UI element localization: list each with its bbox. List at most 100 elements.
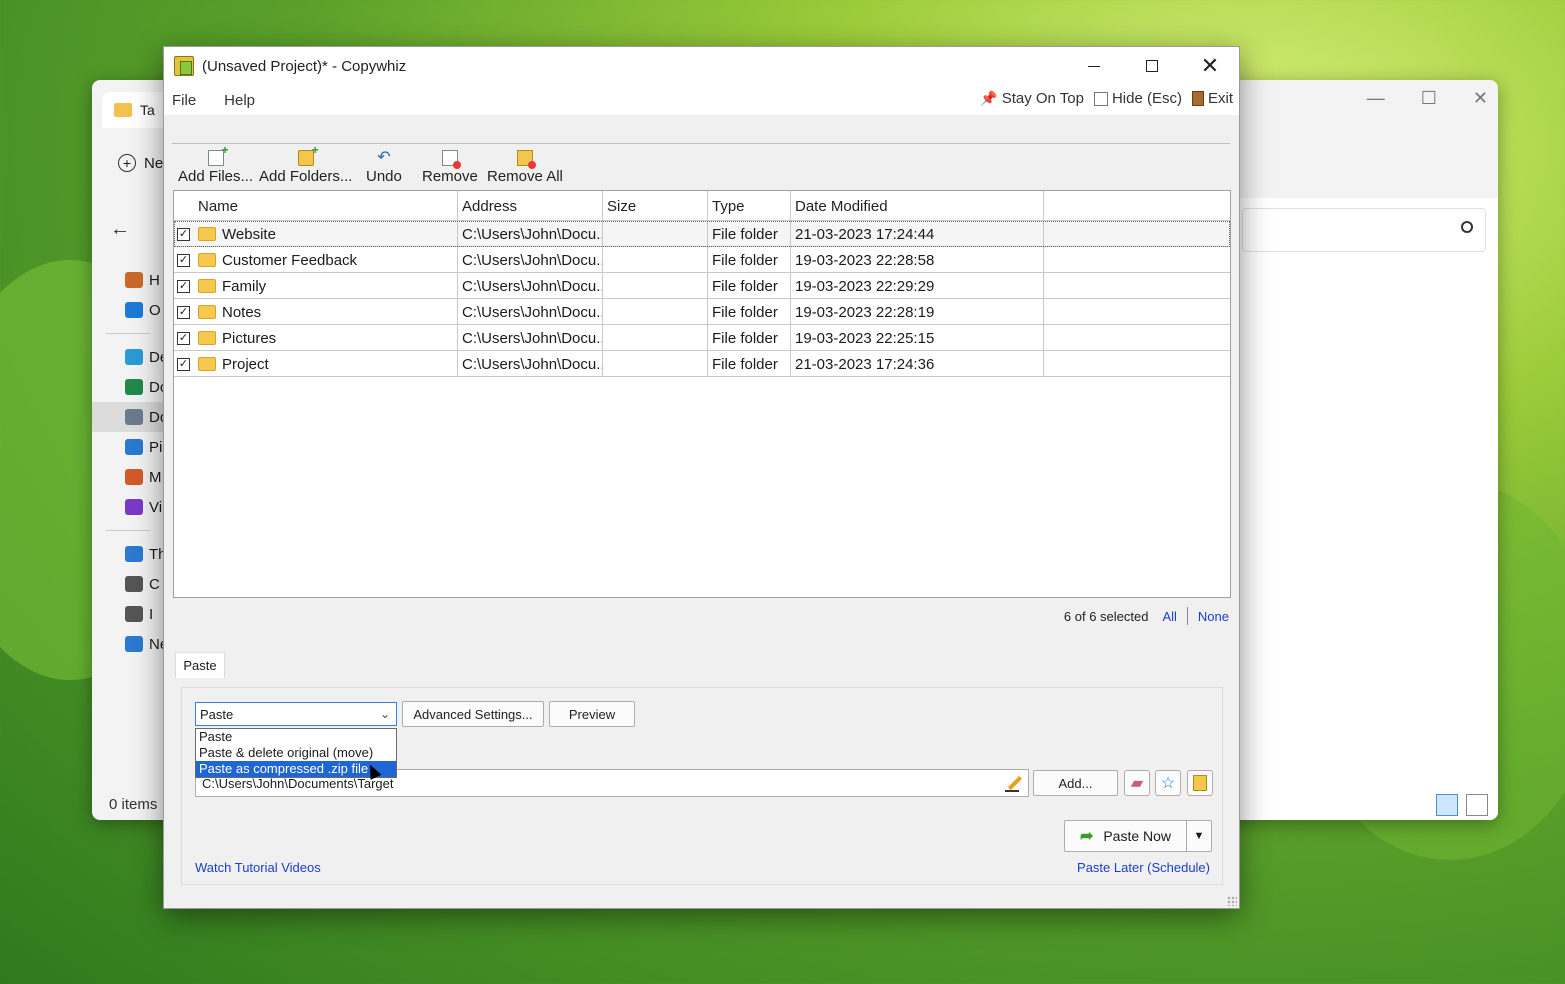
paste-mode-value: Paste <box>200 706 234 722</box>
checkbox[interactable]: ✓ <box>177 357 190 371</box>
paste-now-dropdown-button[interactable]: ▼ <box>1187 821 1211 851</box>
explorer-nav-item[interactable]: De <box>92 342 168 372</box>
row-address: C:\Users\John\Docu... <box>458 221 603 247</box>
row-date-modified: 21-03-2023 17:24:44 <box>791 221 1044 247</box>
preview-button[interactable]: Preview <box>549 701 635 727</box>
row-size <box>603 247 708 273</box>
explorer-nav-item[interactable]: I <box>92 599 164 629</box>
explorer-nav-item[interactable]: Th <box>92 539 167 569</box>
row-name-text: Notes <box>222 303 262 321</box>
paste-now-label: Paste Now <box>1103 828 1172 844</box>
maximize-button[interactable] <box>1123 47 1181 85</box>
add-destination-button[interactable]: Add... <box>1033 770 1118 796</box>
add-file-icon <box>207 143 229 166</box>
hide-window-icon <box>1093 91 1108 106</box>
checkbox[interactable]: ✓ <box>177 305 190 319</box>
table-row[interactable]: ✓ Pictures C:\Users\John\Docu... File folde… <box>174 325 1230 351</box>
remove-all-label: Remove All <box>487 168 563 185</box>
window-title: (Unsaved Project)* - Copywhiz <box>202 57 407 75</box>
paste-mode-select[interactable]: Paste ⌄ <box>195 702 397 726</box>
row-type: File folder <box>708 325 791 351</box>
stay-on-top-button[interactable]: 📌 Stay On Top <box>980 90 1084 107</box>
maximize-icon[interactable]: ☐ <box>1421 88 1437 109</box>
table-row[interactable]: ✓ Family C:\Users\John\Docu... File folder 1… <box>174 273 1230 299</box>
resize-grip-icon[interactable] <box>1227 896 1237 906</box>
column-header-size[interactable]: Size <box>603 191 708 221</box>
row-name-text: Website <box>222 225 276 243</box>
table-row[interactable]: ✓ Project C:\Users\John\Docu... File folder… <box>174 351 1230 377</box>
explorer-nav-item[interactable]: O <box>92 295 164 325</box>
exit-button[interactable]: Exit <box>1191 90 1233 107</box>
details-view-icon[interactable] <box>1436 794 1458 816</box>
row-checkbox[interactable]: ✓ <box>174 325 194 351</box>
remove-all-button[interactable]: Remove All <box>487 150 563 185</box>
column-header-address[interactable]: Address <box>458 191 603 221</box>
advanced-settings-button[interactable]: Advanced Settings... <box>402 701 544 727</box>
back-arrow-icon[interactable]: ← <box>110 218 130 241</box>
checkbox[interactable]: ✓ <box>177 227 190 241</box>
search-icon <box>1461 221 1473 233</box>
close-button[interactable]: ✕ <box>1181 47 1239 85</box>
row-checkbox[interactable]: ✓ <box>174 273 194 299</box>
row-name-text: Pictures <box>222 329 277 347</box>
row-checkbox[interactable]: ✓ <box>174 351 194 377</box>
favorites-button[interactable]: ☆ <box>1155 770 1181 796</box>
home-icon <box>125 272 143 288</box>
tab-paste[interactable]: Paste <box>175 652 225 678</box>
explorer-nav-item[interactable]: Ne <box>92 629 168 659</box>
paste-mode-option[interactable]: Paste <box>196 729 396 745</box>
explorer-nav-item[interactable]: C <box>92 569 164 599</box>
minimize-icon[interactable]: — <box>1367 88 1385 109</box>
explorer-nav-item[interactable]: Do <box>92 372 168 402</box>
tiles-view-icon[interactable] <box>1466 794 1488 816</box>
browse-folder-button[interactable] <box>1187 770 1213 796</box>
explorer-nav-label: Vi <box>149 498 163 516</box>
paste-now-button[interactable]: ➦ Paste Now <box>1065 821 1187 851</box>
minimize-button[interactable] <box>1065 47 1123 85</box>
explorer-nav-item[interactable]: Pi <box>92 432 164 462</box>
file-list[interactable]: Name Address Size Type Date Modified ✓ We… <box>173 190 1231 598</box>
table-row[interactable]: ✓ Customer Feedback C:\Users\John\Docu... F… <box>174 247 1230 273</box>
explorer-search-box[interactable] <box>1242 208 1486 252</box>
add-files-label: Add Files... <box>178 168 254 185</box>
add-folders-button[interactable]: Add Folders... <box>259 143 352 185</box>
explorer-nav-item[interactable]: Do <box>92 402 168 432</box>
explorer-nav-item[interactable]: H <box>92 265 164 295</box>
clear-destination-button[interactable]: ▰ <box>1124 770 1150 796</box>
menu-bar: File Help 📌 Stay On Top Hide (Esc) Exit <box>164 85 1239 115</box>
column-header-type[interactable]: Type <box>708 191 791 221</box>
row-checkbox[interactable]: ✓ <box>174 221 194 247</box>
add-files-button[interactable]: Add Files... <box>178 143 254 185</box>
table-row[interactable]: ✓ Website C:\Users\John\Docu... File folder… <box>174 221 1230 247</box>
column-header-name[interactable]: Name <box>194 191 458 221</box>
maximize-icon <box>1146 60 1158 72</box>
column-header-date-modified[interactable]: Date Modified <box>791 191 1044 221</box>
row-checkbox[interactable]: ✓ <box>174 299 194 325</box>
hide-button[interactable]: Hide (Esc) <box>1093 90 1182 107</box>
explorer-nav-item[interactable]: Vi <box>92 492 164 522</box>
menu-help[interactable]: Help <box>216 92 269 109</box>
checkbox-column-header[interactable] <box>174 191 194 221</box>
checkbox[interactable]: ✓ <box>177 331 190 345</box>
close-icon[interactable]: ✕ <box>1473 88 1488 109</box>
explorer-nav-label: O <box>149 301 161 319</box>
checkbox[interactable]: ✓ <box>177 253 190 267</box>
title-bar[interactable]: (Unsaved Project)* - Copywhiz ✕ <box>164 47 1239 85</box>
watch-tutorial-link[interactable]: Watch Tutorial Videos <box>195 860 321 875</box>
table-row[interactable]: ✓ Notes C:\Users\John\Docu... File folder 19… <box>174 299 1230 325</box>
stay-on-top-label: Stay On Top <box>1001 90 1084 107</box>
paste-mode-option[interactable]: Paste & delete original (move) <box>196 745 396 761</box>
remove-button[interactable]: Remove <box>422 150 478 185</box>
select-all-link[interactable]: All <box>1162 609 1176 624</box>
explorer-new-button[interactable]: + Ne <box>118 154 163 172</box>
paste-later-link[interactable]: Paste Later (Schedule) <box>1077 860 1210 875</box>
undo-button[interactable]: ↶ Undo <box>366 150 402 186</box>
row-checkbox[interactable]: ✓ <box>174 247 194 273</box>
explorer-nav-item[interactable]: M <box>92 462 164 492</box>
folder-icon <box>198 331 216 345</box>
paste-now-split-button: ➦ Paste Now ▼ <box>1064 820 1212 852</box>
pencil-edit-icon[interactable] <box>1004 773 1024 793</box>
select-none-link[interactable]: None <box>1198 609 1229 624</box>
checkbox[interactable]: ✓ <box>177 279 190 293</box>
menu-file[interactable]: File <box>164 92 210 109</box>
